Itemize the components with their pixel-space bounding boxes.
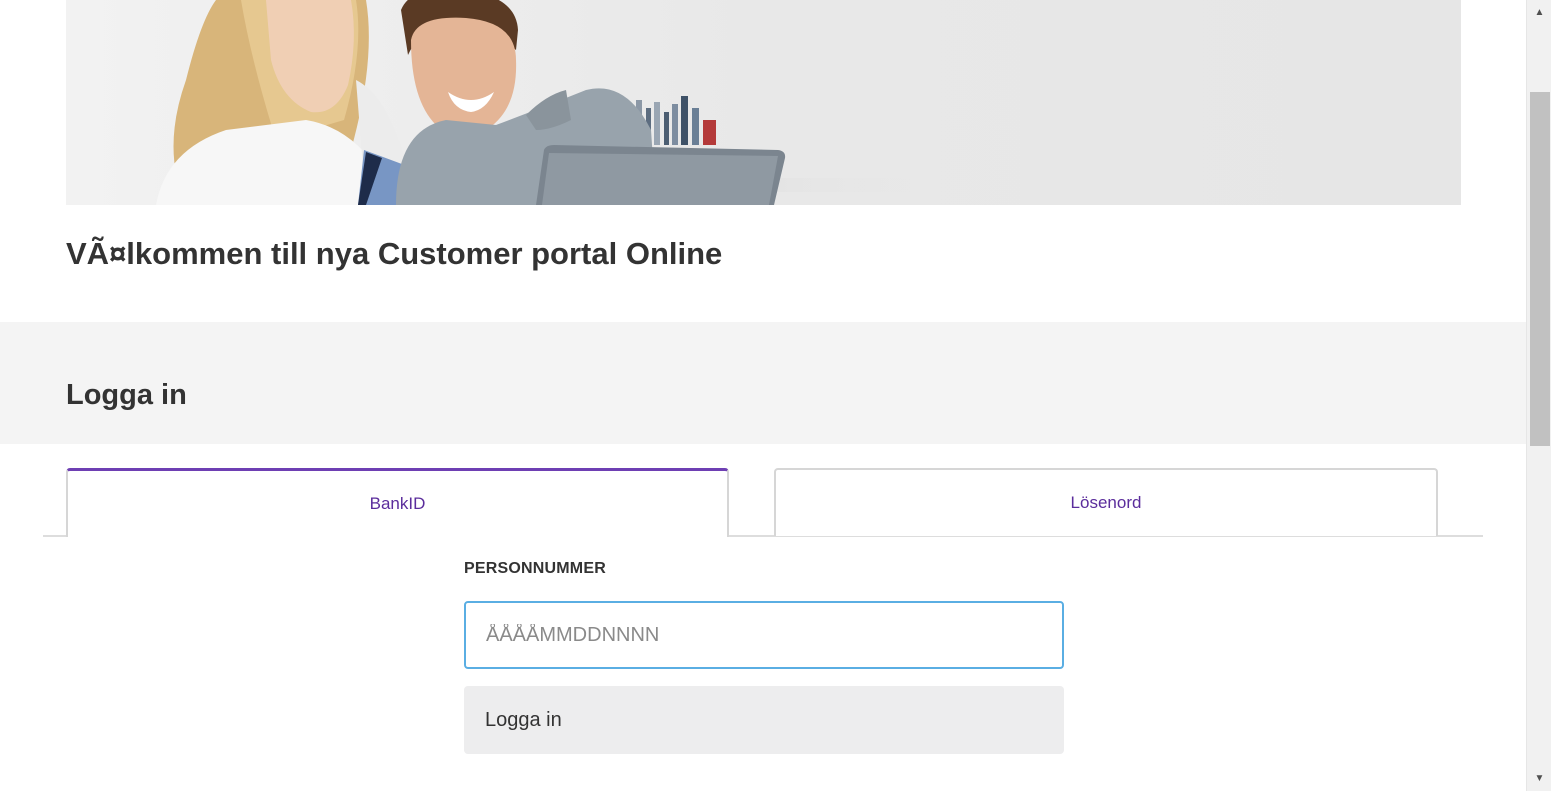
personnummer-label: PERSONNUMMER	[464, 560, 606, 577]
tab-bankid-label: BankID	[369, 494, 426, 513]
tab-losenord-label: Lösenord	[1070, 493, 1142, 512]
page-title: VÃ¤lkommen till nya Customer portal Onli…	[66, 236, 723, 271]
login-heading: Logga in	[66, 379, 187, 411]
page: VÃ¤lkommen till nya Customer portal Onli…	[0, 0, 1526, 791]
tab-losenord[interactable]: Lösenord	[774, 468, 1438, 536]
login-header-band	[0, 322, 1526, 444]
scroll-up-arrow-icon[interactable]: ▲	[1527, 0, 1551, 25]
login-submit-button[interactable]: Logga in	[464, 686, 1064, 754]
vertical-scrollbar[interactable]: ▲ ▼	[1526, 0, 1551, 791]
scroll-down-arrow-icon[interactable]: ▼	[1527, 766, 1551, 791]
personnummer-input[interactable]	[464, 601, 1064, 669]
hero-banner	[66, 0, 1461, 205]
couple-with-laptop-photo	[66, 0, 1461, 205]
tab-bankid[interactable]: BankID	[66, 468, 729, 537]
scrollbar-thumb[interactable]	[1530, 92, 1550, 446]
